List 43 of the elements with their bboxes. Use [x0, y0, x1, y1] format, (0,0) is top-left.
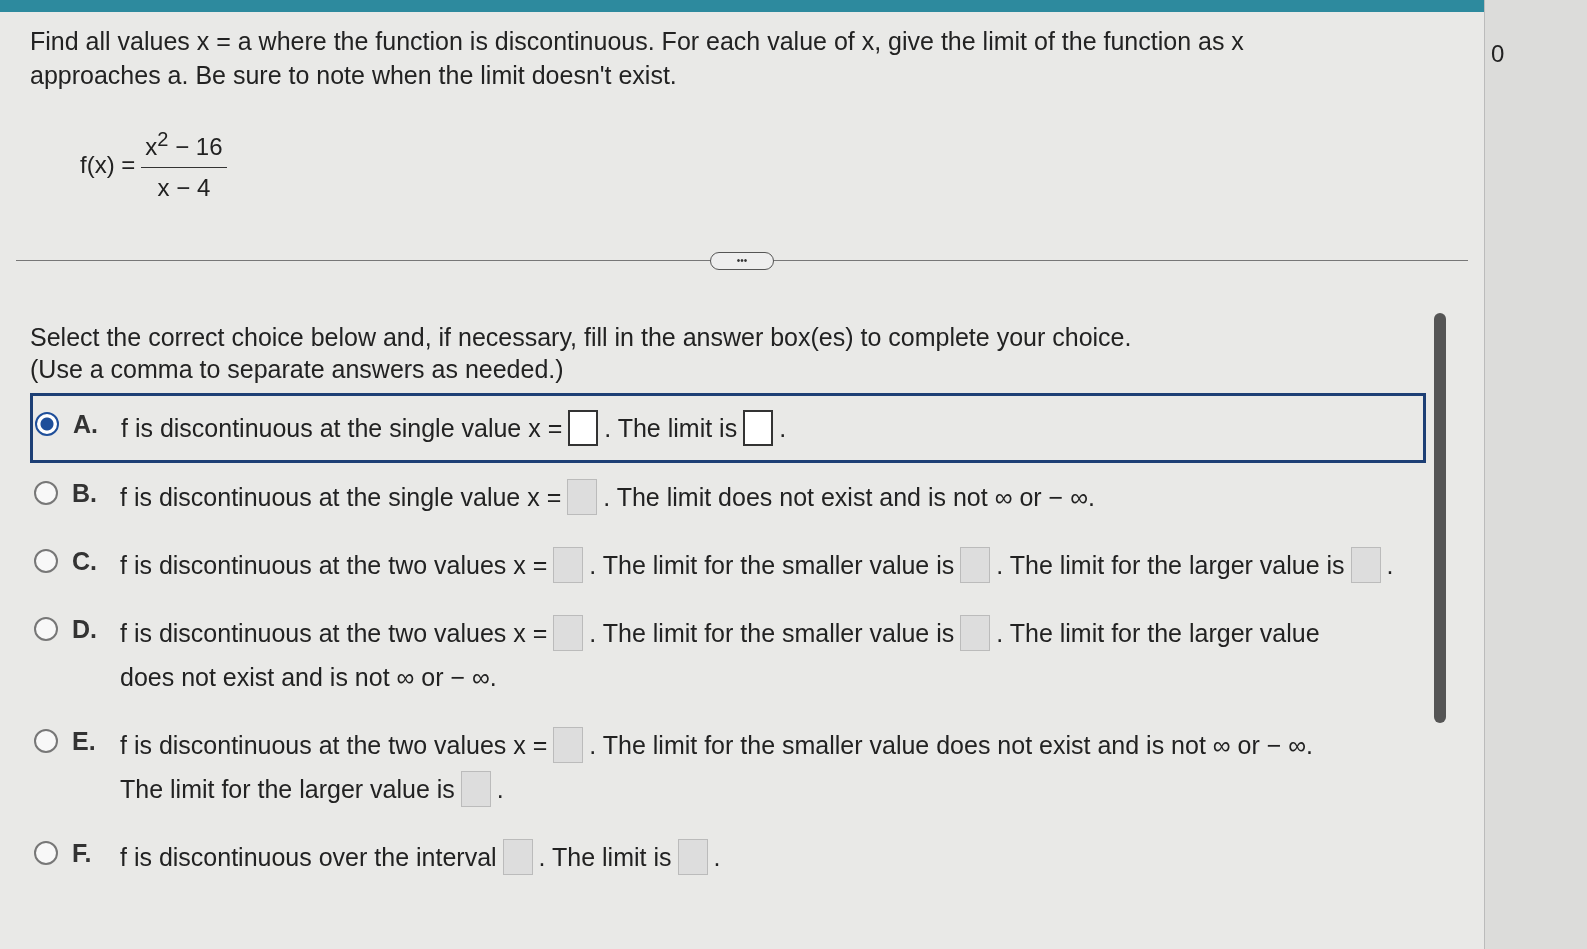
formula-denominator: x − 4: [157, 173, 211, 202]
choice-text: . The limit is: [538, 842, 672, 873]
side-text: 0: [1491, 40, 1505, 67]
formula-lhs: f(x) =: [80, 151, 136, 179]
more-button[interactable]: •••: [710, 252, 774, 270]
choice-text: f is discontinuous at the two values x =: [120, 730, 548, 761]
choice-text: . The limit for the larger value is: [996, 550, 1345, 581]
question-text: Find all values x = a where the function is discontinuous. For each value of x, give the limit of the function as x approaches a. Be sure to note when the limit doesn't exist.: [30, 26, 1245, 91]
formula-numerator: x$^{2}$ − 16: [141, 128, 227, 168]
choice-text: f is discontinuous at the two values x =: [120, 618, 548, 649]
radio-button[interactable]: [34, 481, 58, 505]
choice-text: f is discontinuous at the single value x =: [120, 482, 562, 513]
choice-letter: F.: [72, 839, 93, 868]
radio-button[interactable]: [34, 841, 58, 865]
choice-text: .: [779, 413, 787, 444]
choice-text: .: [1386, 550, 1394, 581]
instruction-text: Select the correct choice below and, if necessary, fill in the answer box(es) to complete your choice.: [30, 322, 1133, 353]
choice-text: . The limit for the smaller value is: [589, 550, 955, 581]
choice-letter: D.: [72, 615, 98, 644]
choice-text: . The limit for the smaller value does not exist and is not ∞ or − ∞.: [589, 730, 1314, 761]
instruction-text: (Use a comma to separate answers as needed.): [30, 354, 565, 385]
radio-button[interactable]: [35, 412, 59, 436]
choice-letter: C.: [72, 547, 98, 576]
choice-text: f is discontinuous at the single value x =: [121, 413, 563, 444]
choice-text: .: [713, 842, 721, 873]
radio-button[interactable]: [34, 549, 58, 573]
answer-box[interactable]: [743, 410, 774, 446]
choice-letter: E.: [72, 727, 97, 756]
choice-text: The limit for the larger value is: [120, 774, 455, 805]
radio-button[interactable]: [34, 729, 58, 753]
choice-text: f is discontinuous over the interval: [120, 842, 497, 873]
choice-text: . The limit is: [604, 413, 738, 444]
choice-text: .: [496, 774, 504, 805]
choice-text: does not exist and is not ∞ or − ∞.: [120, 662, 497, 693]
choice-text: . The limit does not exist and is not ∞ or − ∞.: [603, 482, 1095, 513]
choice-text: . The limit for the smaller value is: [589, 618, 955, 649]
choice-letter: B.: [72, 479, 98, 508]
radio-button[interactable]: [34, 617, 58, 641]
choice-text: . The limit for the larger value: [996, 618, 1320, 649]
answer-box[interactable]: [568, 410, 599, 446]
choice-letter: A.: [73, 410, 99, 439]
choice-text: f is discontinuous at the two values x =: [120, 550, 548, 581]
scrollbar[interactable]: [1434, 313, 1446, 723]
